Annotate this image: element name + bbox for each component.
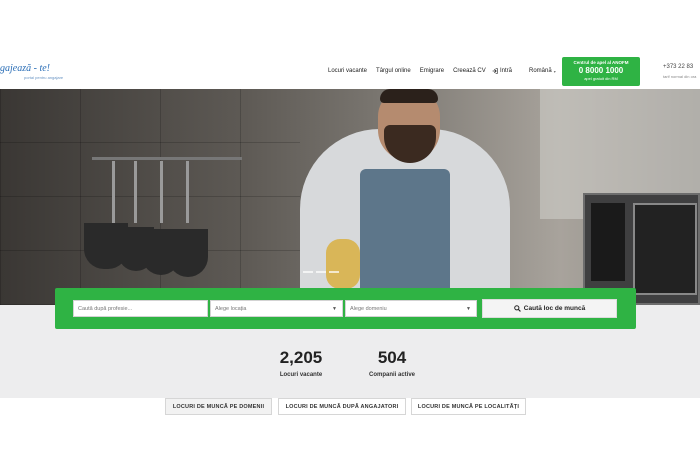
pasta [326, 239, 360, 289]
pan-handle [112, 161, 115, 223]
profession-placeholder: Caută după profesie... [78, 306, 133, 312]
carousel-dot[interactable] [316, 271, 326, 273]
page: gajează - te! portal pentru angajare Loc… [0, 0, 700, 466]
login-label: Intră [500, 68, 513, 74]
tab-label: LOCURI DE MUNCĂ PE LOCALITĂȚI [417, 403, 520, 410]
stat-value: 504 [377, 348, 407, 367]
kitchen-wall [0, 89, 300, 305]
pan-handle [160, 161, 163, 223]
domain-select[interactable]: Alege domeniu ▼ [345, 300, 477, 317]
oven-control-panel [591, 203, 625, 281]
stat-label: Locuri vacante [279, 372, 323, 378]
language-selector[interactable]: Română ▾ [529, 68, 556, 74]
logo-subtitle: portal pentru angajare [24, 75, 64, 80]
search-button-label: Caută loc de muncă [523, 305, 586, 312]
chevron-down-icon: ▾ [553, 68, 556, 74]
carousel-indicators [303, 271, 339, 273]
stat-label: Companii active [368, 372, 415, 378]
stat-value: 2,205 [279, 348, 323, 367]
phone-note: tarif normal din ora [663, 74, 697, 79]
pan-rack [92, 157, 242, 160]
pan-handle [134, 161, 137, 223]
carousel-dot[interactable] [303, 271, 313, 273]
nav-item-targul-online[interactable]: Târgul online [376, 68, 411, 74]
tab-jobs-by-domain[interactable]: LOCURI DE MUNCĂ PE DOMENII [165, 398, 272, 415]
job-search-bar: Caută după profesie... Alege locația ▼ A… [55, 288, 636, 329]
language-label: Română [529, 68, 552, 74]
tab-label: LOCURI DE MUNCĂ DUPĂ ANGAJATORI [285, 403, 399, 410]
pan [168, 229, 208, 277]
tab-jobs-by-locality[interactable]: LOCURI DE MUNCĂ PE LOCALITĂȚI [411, 398, 526, 415]
nav-item-creeaza-cv[interactable]: Creează CV [453, 68, 486, 74]
pan-handle [186, 161, 189, 223]
location-select[interactable]: Alege locația ▼ [210, 300, 343, 317]
stat-vacancies: 2,205 Locuri vacante [270, 348, 332, 378]
chef-hair [380, 89, 438, 103]
nav-item-emigrare[interactable]: Emigrare [420, 68, 444, 74]
domain-placeholder: Alege domeniu [350, 306, 387, 312]
login-link[interactable]: Intră [492, 68, 512, 74]
call-center-title: Centrul de apel al ANOFM [573, 60, 629, 65]
hero-image [0, 89, 700, 305]
tab-label: LOCURI DE MUNCĂ PE DOMENII [172, 403, 265, 410]
call-center-box[interactable]: Centrul de apel al ANOFM 0 8000 1000 ape… [562, 57, 640, 86]
login-icon [492, 68, 498, 74]
site-logo[interactable]: gajează - te! portal pentru angajare [0, 63, 63, 83]
chevron-down-icon: ▼ [466, 306, 471, 312]
stat-companies: 504 Companii active [361, 348, 423, 378]
logo-text: gajează - te! [0, 63, 50, 74]
tab-jobs-by-employer[interactable]: LOCURI DE MUNCĂ DUPĂ ANGAJATORI [278, 398, 406, 415]
call-center-note: apel gratuit din RM [584, 76, 618, 81]
search-icon [514, 305, 521, 312]
chevron-down-icon: ▼ [332, 306, 337, 312]
nav-item-locuri-vacante[interactable]: Locuri vacante [328, 68, 367, 74]
call-center-number: 0 8000 1000 [578, 66, 624, 75]
chef-apron [360, 169, 450, 305]
oven-door [633, 203, 697, 295]
carousel-dot[interactable] [329, 271, 339, 273]
main-nav: Locuri vacante Târgul online Emigrare Cr… [328, 68, 486, 74]
phone-number[interactable]: +373 22 83 [663, 64, 693, 70]
location-placeholder: Alege locația [215, 306, 247, 312]
search-jobs-button[interactable]: Caută loc de muncă [482, 299, 617, 318]
profession-search-input[interactable]: Caută după profesie... [73, 300, 208, 317]
